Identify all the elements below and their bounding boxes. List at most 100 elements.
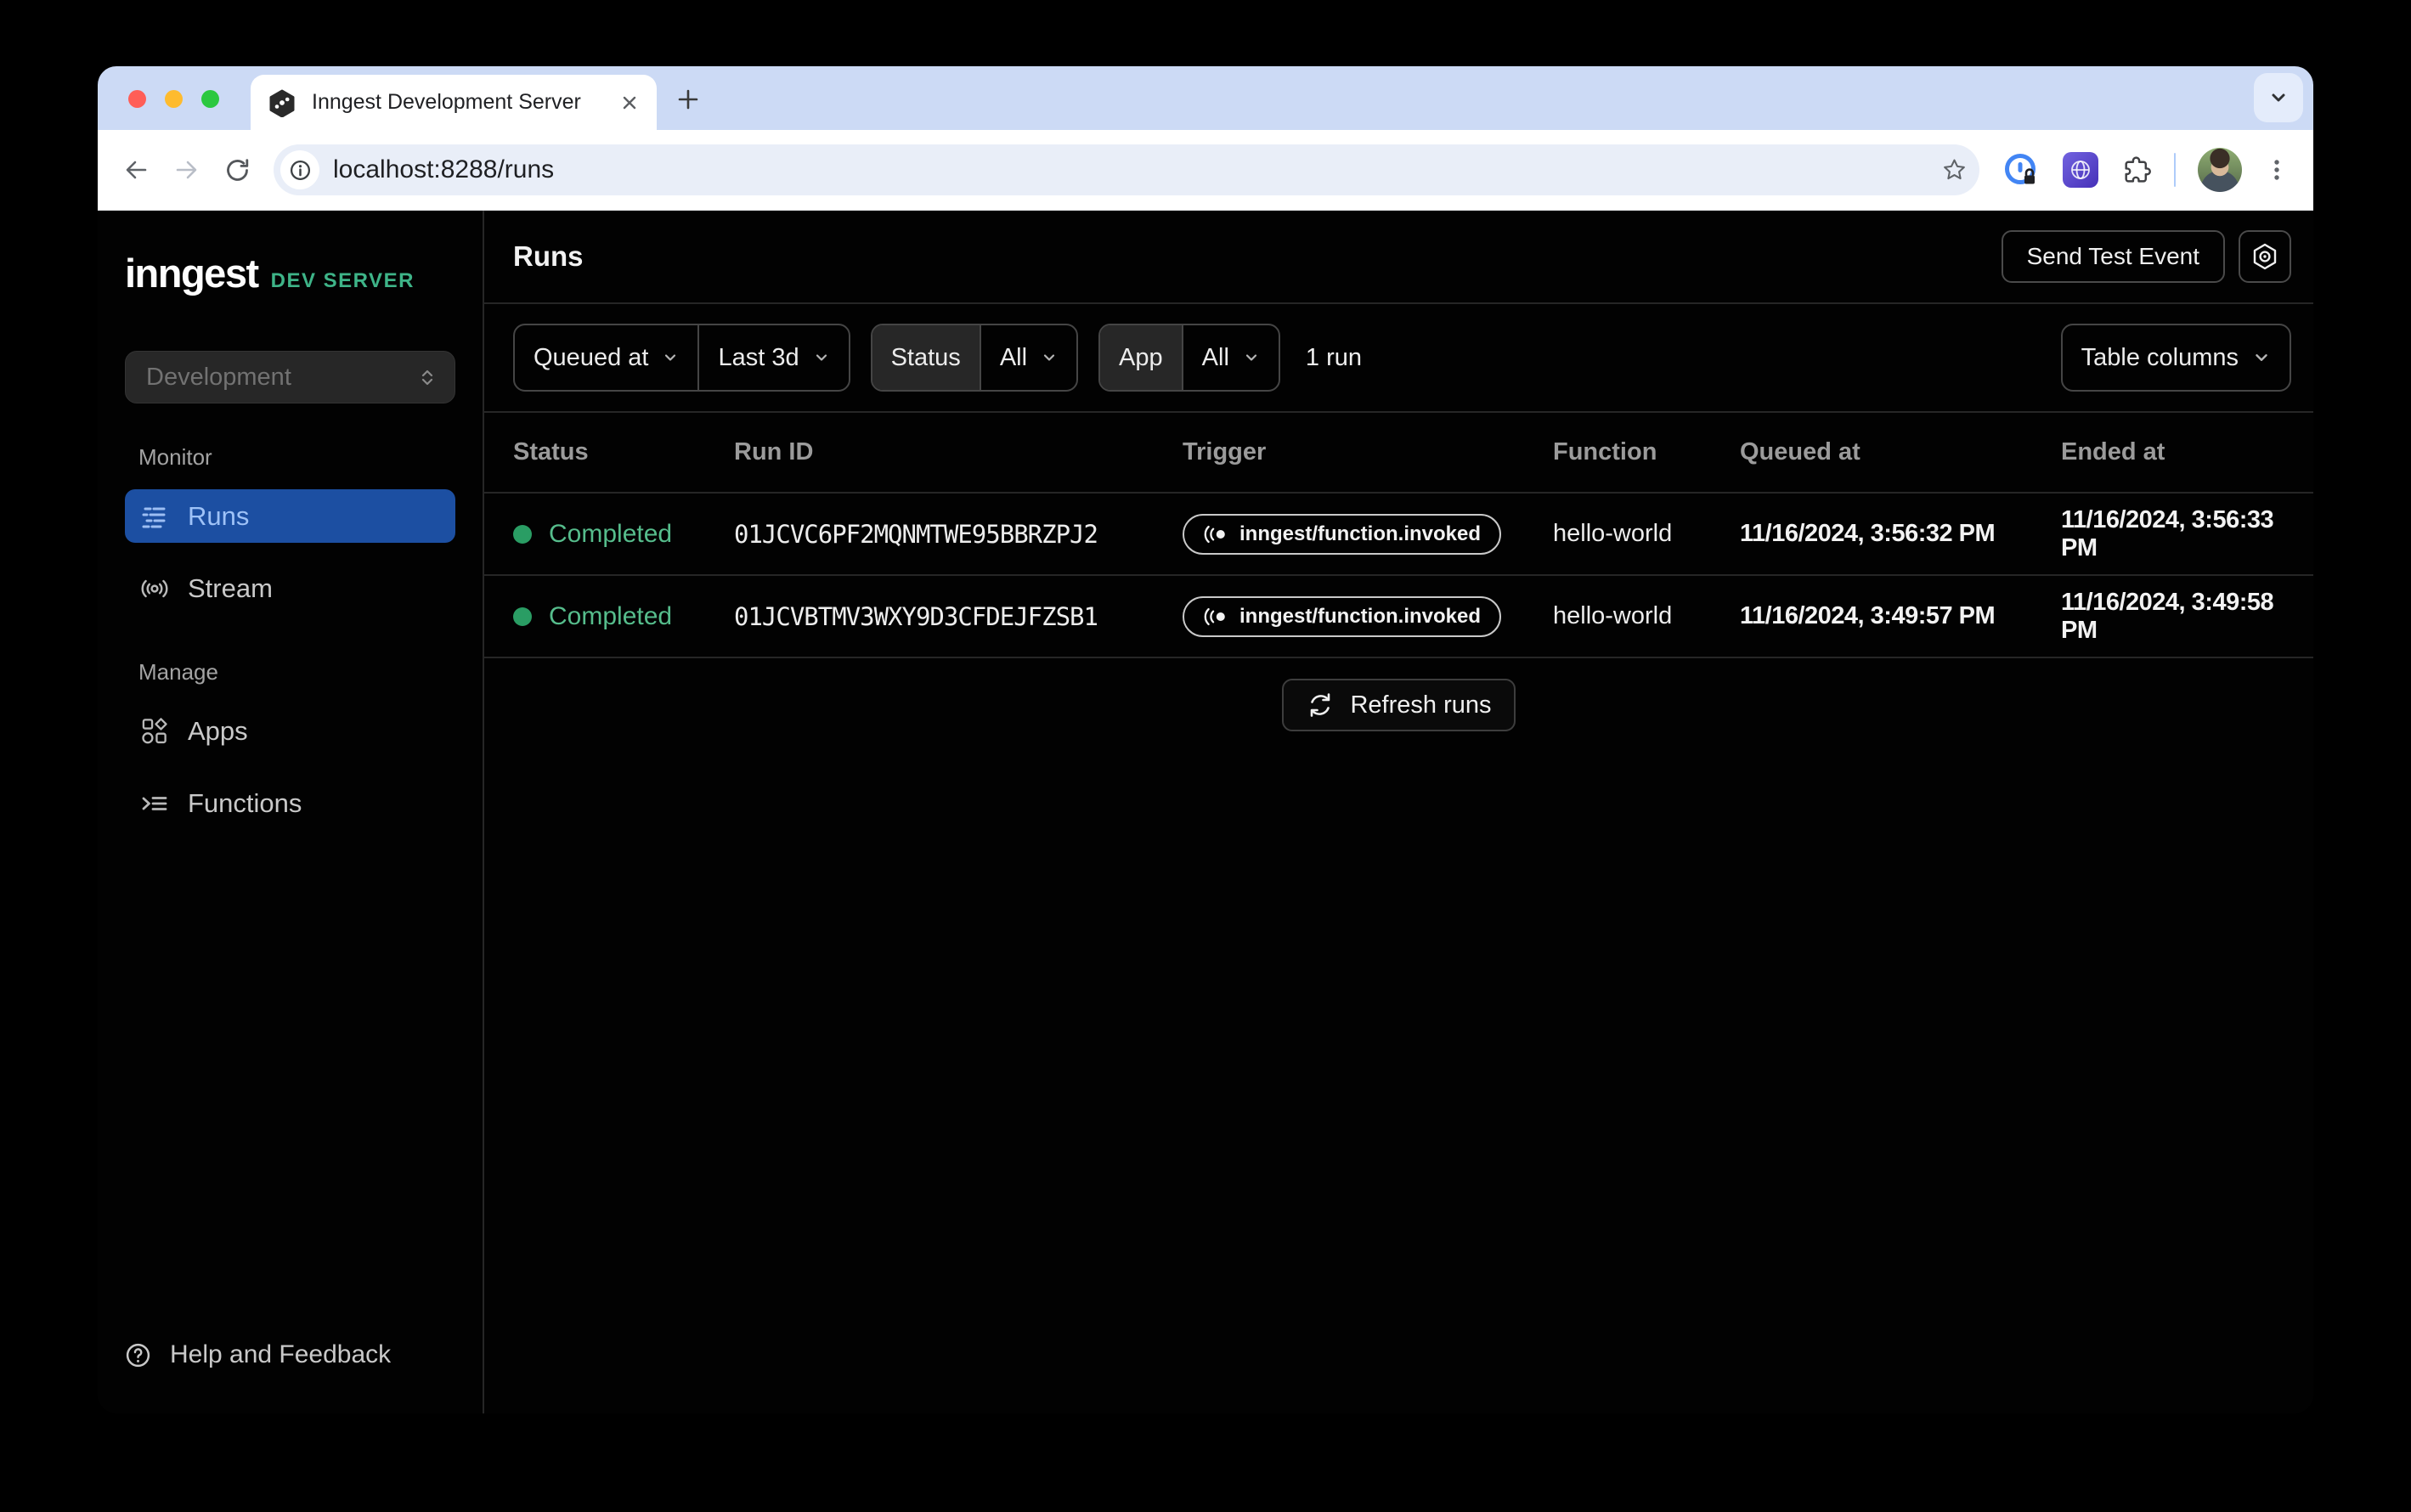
table-columns-dropdown[interactable]: Table columns (2061, 324, 2291, 392)
status-filter-dropdown[interactable]: All (980, 325, 1076, 390)
dev-server-settings-button[interactable] (2239, 230, 2291, 283)
run-status: Completed (549, 520, 672, 549)
functions-icon (140, 789, 169, 818)
status-filter: Status All (871, 324, 1078, 392)
chevron-down-icon (662, 349, 679, 366)
main-content: Runs Send Test Event (483, 211, 2313, 1413)
new-tab-button[interactable] (674, 85, 703, 114)
extensions-puzzle-icon[interactable] (2120, 155, 2152, 186)
environment-select[interactable]: Development (125, 351, 455, 403)
queued-at-value: 11/16/2024, 3:56:32 PM (1740, 520, 2061, 548)
app-filter-value: All (1202, 344, 1229, 372)
tab-close-icon[interactable] (619, 93, 640, 113)
browser-menu-button[interactable] (2264, 157, 2290, 183)
column-header-trigger: Trigger (1183, 438, 1553, 466)
tab-title: Inngest Development Server (312, 90, 619, 115)
sidebar-item-label: Functions (188, 788, 302, 819)
event-signal-icon (1203, 524, 1228, 544)
select-updown-icon (417, 367, 438, 388)
forward-button[interactable] (172, 155, 201, 184)
sidebar: inngest DEV SERVER Development Monitor R… (98, 211, 483, 1413)
ended-at-value: 11/16/2024, 3:49:58 PM (2061, 589, 2313, 645)
chevron-down-icon (1041, 349, 1058, 366)
refresh-icon (1306, 691, 1335, 719)
time-filter: Queued at Last 3d (513, 324, 850, 392)
settings-hexagon-icon (2250, 241, 2280, 272)
status-dot-icon (513, 607, 532, 626)
window-minimize-button[interactable] (165, 90, 183, 108)
app-filter-label: App (1100, 325, 1182, 390)
filter-bar: Queued at Last 3d Status All (484, 304, 2313, 411)
sidebar-item-label: Runs (188, 501, 249, 532)
column-header-status: Status (513, 438, 734, 466)
back-button[interactable] (121, 155, 150, 184)
sort-field-dropdown[interactable]: Queued at (515, 325, 697, 390)
ended-at-value: 11/16/2024, 3:56:33 PM (2061, 506, 2313, 562)
function-name: hello-world (1553, 602, 1740, 630)
site-info-button[interactable] (280, 150, 319, 189)
table-columns-label: Table columns (2081, 344, 2239, 372)
sidebar-item-label: Apps (188, 716, 248, 747)
run-row[interactable]: Completed 01JCVBTMV3WXY9D3CFDEJFZSB1 inn (484, 576, 2313, 658)
run-count: 1 run (1306, 344, 1362, 372)
time-range-dropdown[interactable]: Last 3d (697, 325, 848, 390)
browser-toolbar: localhost:8288/runs (98, 130, 2313, 211)
app-filter-dropdown[interactable]: All (1182, 325, 1279, 390)
window-close-button[interactable] (128, 90, 146, 108)
sidebar-item-runs[interactable]: Runs (125, 489, 455, 543)
column-header-queued-at: Queued at (1740, 438, 2061, 466)
sort-field-value: Queued at (534, 344, 648, 372)
refresh-runs-button[interactable]: Refresh runs (1282, 679, 1515, 731)
send-test-event-label: Send Test Event (2027, 243, 2199, 270)
chevron-down-icon (2267, 86, 2290, 110)
logo-wordmark: inngest (125, 250, 258, 296)
status-filter-value: All (1000, 344, 1027, 372)
refresh-runs-label: Refresh runs (1350, 691, 1491, 719)
event-signal-icon (1203, 606, 1228, 627)
window-zoom-button[interactable] (201, 90, 219, 108)
chevron-down-icon (2252, 348, 2271, 367)
sidebar-item-stream[interactable]: Stream (125, 561, 455, 615)
column-header-ended-at: Ended at (2061, 438, 2313, 466)
table-header-row: Status Run ID Trigger Function Queued at… (484, 411, 2313, 494)
run-id: 01JCVC6PF2MQNMTWE95BBRZPJ2 (734, 520, 1183, 549)
status-dot-icon (513, 525, 532, 544)
trigger-name: inngest/function.invoked (1239, 605, 1481, 629)
web-extension-icon[interactable] (2063, 152, 2098, 188)
time-range-value: Last 3d (718, 344, 799, 372)
inngest-logo: inngest DEV SERVER (125, 250, 483, 296)
sidebar-section-monitor: Monitor (138, 444, 483, 471)
trigger-badge[interactable]: inngest/function.invoked (1183, 596, 1501, 637)
sidebar-item-functions[interactable]: Functions (125, 776, 455, 830)
url-text[interactable]: localhost:8288/runs (333, 155, 1941, 184)
password-extension-icon[interactable] (2002, 150, 2041, 189)
help-icon (125, 1342, 151, 1368)
bookmark-star-icon[interactable] (1941, 157, 1968, 183)
window-controls (128, 90, 219, 108)
browser-tab[interactable]: Inngest Development Server (251, 75, 657, 130)
inngest-app: inngest DEV SERVER Development Monitor R… (98, 211, 2313, 1413)
address-bar[interactable]: localhost:8288/runs (274, 144, 1979, 195)
browser-tab-strip: Inngest Development Server (98, 66, 2313, 130)
function-name: hello-world (1553, 520, 1740, 548)
tab-search-button[interactable] (2254, 73, 2303, 122)
profile-avatar[interactable] (2198, 148, 2242, 192)
status-filter-label: Status (872, 325, 980, 390)
help-and-feedback[interactable]: Help and Feedback (125, 1340, 483, 1369)
page-title: Runs (513, 240, 584, 273)
run-id: 01JCVBTMV3WXY9D3CFDEJFZSB1 (734, 602, 1183, 631)
send-test-event-button[interactable]: Send Test Event (2002, 230, 2225, 283)
info-icon (289, 159, 312, 182)
trigger-name: inngest/function.invoked (1239, 522, 1481, 546)
app-filter: App All (1098, 324, 1280, 392)
sidebar-item-apps[interactable]: Apps (125, 704, 455, 758)
dev-server-badge: DEV SERVER (271, 269, 415, 293)
trigger-badge[interactable]: inngest/function.invoked (1183, 514, 1501, 555)
reload-button[interactable] (223, 156, 251, 184)
chevron-down-icon (813, 349, 830, 366)
run-row[interactable]: Completed 01JCVC6PF2MQNMTWE95BBRZPJ2 inn (484, 494, 2313, 576)
run-status: Completed (549, 602, 672, 631)
apps-icon (140, 716, 169, 746)
runs-table: Status Run ID Trigger Function Queued at… (484, 411, 2313, 658)
column-header-function: Function (1553, 438, 1740, 466)
